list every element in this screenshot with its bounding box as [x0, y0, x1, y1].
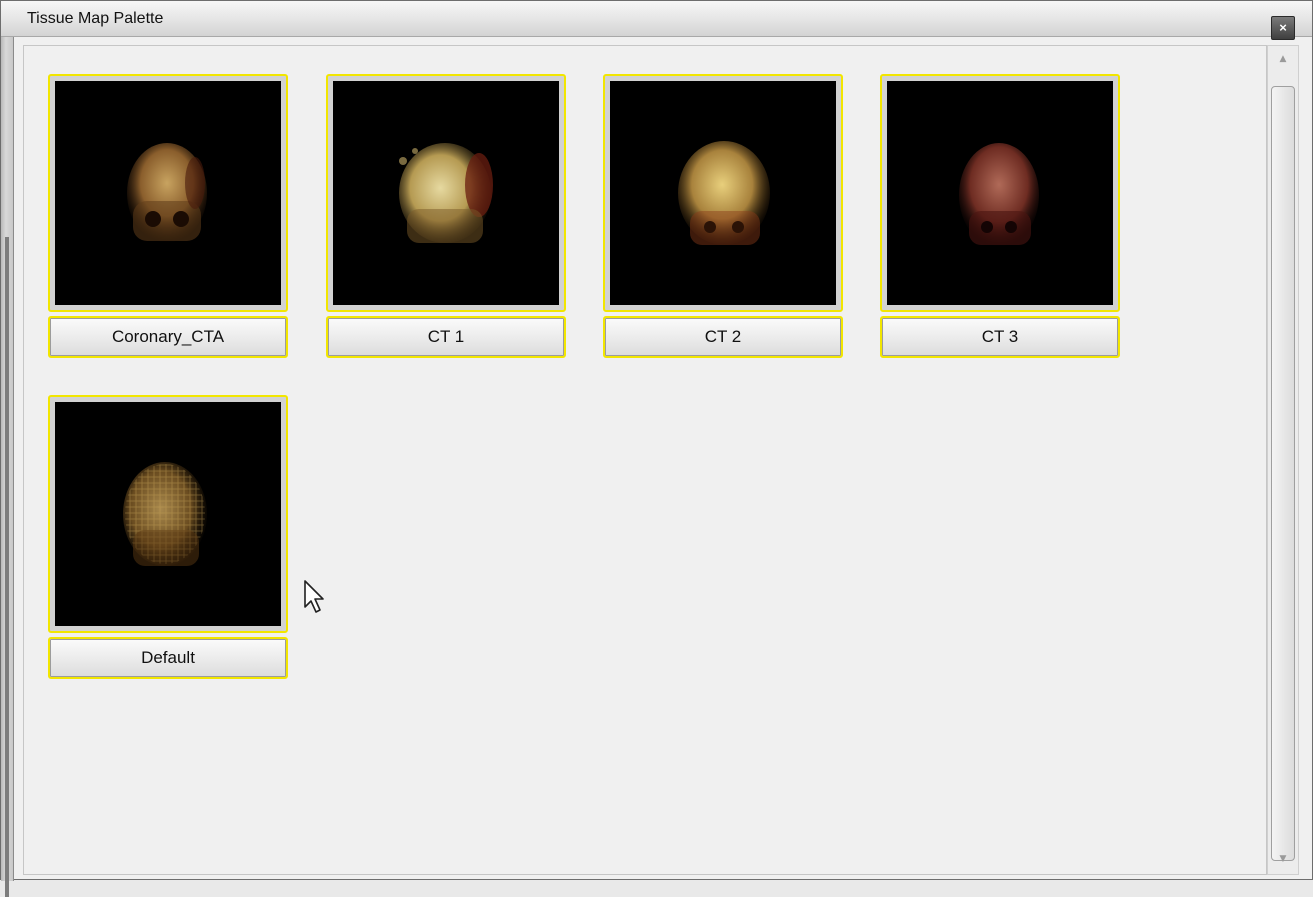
tile-label-button[interactable]: CT 3	[880, 316, 1120, 358]
thumbnail-image	[610, 81, 836, 305]
thumbnail-frame[interactable]	[603, 74, 843, 312]
thumbnail-frame[interactable]	[880, 74, 1120, 312]
volume-render-skull-icon	[127, 143, 207, 243]
tile-label-button[interactable]: CT 2	[603, 316, 843, 358]
close-button[interactable]: ×	[1271, 16, 1295, 40]
thumbnail-frame[interactable]	[48, 395, 288, 633]
volume-render-skull-icon	[399, 143, 493, 243]
palette-tile-coronary-cta[interactable]: Coronary_CTA	[48, 74, 288, 359]
scrollbar-thumb[interactable]	[1271, 86, 1295, 861]
tile-label-button[interactable]: CT 1	[326, 316, 566, 358]
palette-tile-ct-1[interactable]: CT 1	[326, 74, 566, 359]
thumbnail-image	[333, 81, 559, 305]
tile-label-button[interactable]: Default	[48, 637, 288, 679]
mouse-pointer-icon	[304, 580, 324, 613]
thumbnail-image	[887, 81, 1113, 305]
thumbnail-image	[55, 402, 281, 626]
close-icon: ×	[1279, 20, 1287, 35]
window-title: Tissue Map Palette	[27, 10, 164, 27]
thumbnail-frame[interactable]	[326, 74, 566, 312]
thumbnail-image	[55, 81, 281, 305]
window-left-edge	[1, 37, 14, 897]
scroll-down-icon[interactable]: ▼	[1268, 846, 1298, 872]
volume-render-skull-icon	[123, 462, 207, 566]
volume-render-skull-icon	[959, 143, 1039, 247]
scroll-up-icon[interactable]: ▲	[1268, 46, 1298, 72]
thumbnail-frame[interactable]	[48, 74, 288, 312]
vertical-scrollbar[interactable]: ▲ ▼	[1267, 45, 1299, 875]
palette-tile-ct-2[interactable]: CT 2	[603, 74, 843, 359]
tissue-map-palette-window: Tissue Map Palette × Coronary_CTA CT 1 C…	[0, 0, 1313, 897]
palette-content-area: Coronary_CTA CT 1 CT 2 CT 3 Default	[23, 45, 1267, 875]
volume-render-skull-icon	[678, 141, 770, 245]
tile-label-button[interactable]: Coronary_CTA	[48, 316, 288, 358]
title-bar[interactable]: Tissue Map Palette ×	[1, 1, 1312, 40]
palette-tile-default[interactable]: Default	[48, 395, 288, 680]
palette-tile-ct-3[interactable]: CT 3	[880, 74, 1120, 359]
